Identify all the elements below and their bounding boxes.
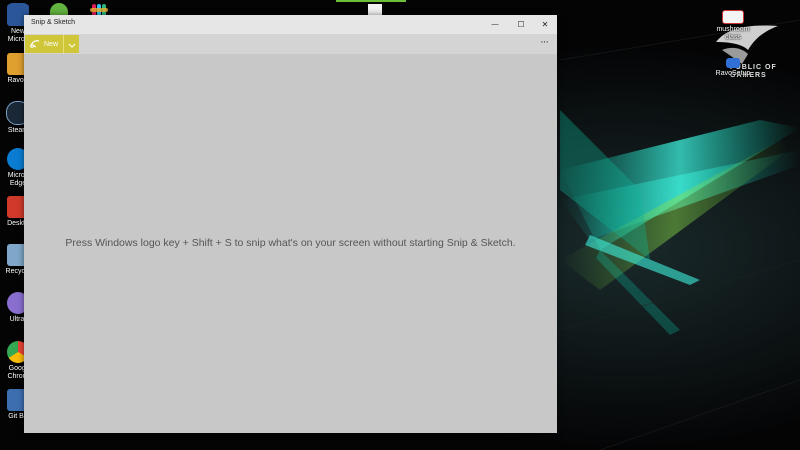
window-title: Snip & Sketch [31,19,75,26]
snip-icon [30,35,40,53]
maximize-button[interactable]: ☐ [508,15,534,34]
desktop-icon-label: mushroom class [716,26,750,41]
close-button[interactable]: ✕ [532,15,558,34]
document-icon [722,10,744,24]
chevron-down-icon [68,35,76,53]
new-dropdown-button[interactable] [63,35,79,53]
desktop-icon-label: RavoSetup [715,70,751,77]
snip-hint-text: Press Windows logo key + Shift + S to sn… [65,237,516,249]
desktop-icon-mushroom-class[interactable]: mushroom class [710,10,756,42]
minimize-button[interactable]: — [482,15,508,34]
toolbar: New ··· [24,34,557,54]
window-accent-line [336,0,406,2]
installer-icon [726,58,740,68]
title-bar[interactable]: Snip & Sketch — ☐ ✕ [24,15,557,34]
new-snip-button[interactable]: New [25,35,63,53]
close-icon: ✕ [541,20,549,29]
desktop-icon-ravosetup[interactable]: RavoSetup [710,58,756,78]
snip-sketch-window: Snip & Sketch — ☐ ✕ New ··· Press Window… [24,15,557,433]
new-button-label: New [44,40,59,48]
maximize-icon: ☐ [517,20,525,29]
more-options-button[interactable]: ··· [535,36,553,52]
minimize-icon: — [491,21,499,28]
more-icon: ··· [540,36,549,48]
